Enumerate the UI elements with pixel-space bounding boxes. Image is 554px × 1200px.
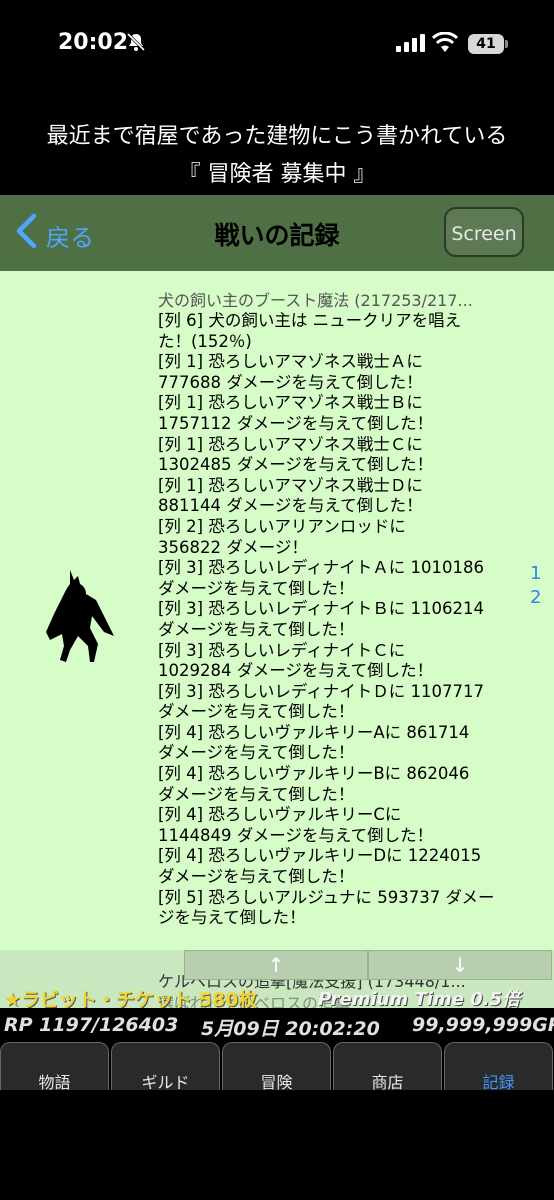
tab-label: ギルド [141,1073,190,1092]
log-line: 1757112 ダメージを与えて倒した！ [158,413,434,433]
bell-slash-icon [126,32,146,52]
log-line: [列 1] 恐ろしいアマゾネス戦士Ｂに [158,393,423,413]
status-time: 20:02 [58,30,129,55]
log-line: [列 4] 恐ろしいヴァルキリーCに [158,805,402,825]
tab-records[interactable]: 記録 [444,1042,553,1092]
character-silhouette [46,570,114,662]
story-line-1: 最近まで宿屋であった建物にこう書かれている [46,124,508,149]
page-number-2[interactable]: 2 [530,587,541,608]
log-line: ダメージを与えて倒した！ [158,867,355,887]
tab-label: 物語 [38,1073,71,1092]
log-line: ダメージを与えて倒した！ [158,578,355,598]
log-line: [列 1] 恐ろしいアマゾネス戦士Ｃに [158,434,423,454]
battery-tip [505,40,508,48]
scroll-up-button[interactable]: ↑ [184,950,368,980]
log-line: [列 2] 恐ろしいアリアンロッドに [158,516,406,536]
log-line: [列 4] 恐ろしいヴァルキリーAに 861714 [158,722,470,742]
log-line: [列 1] 恐ろしいアマゾネス戦士Ｄに [158,475,423,495]
scroll-down-button[interactable]: ↓ [368,950,552,980]
log-line: ダメージを与えて倒した！ [158,619,355,639]
log-line: 881144 ダメージを与えて倒した！ [158,496,423,516]
log-line: [列 4] 恐ろしいヴァルキリーBに 862046 [158,764,470,784]
log-line: [列 4] 恐ろしいヴァルキリーDに 1224015 [158,846,482,866]
log-line: 777688 ダメージを与えて倒した！ [158,372,423,392]
log-header: 犬の飼い主のブースト魔法 (217253/217... [158,291,473,310]
screen-button[interactable]: Screen [444,207,524,257]
log-line: [列 5] 恐ろしいアルジュナに 593737 ダメー [158,887,495,907]
tab-label: 商店 [371,1073,404,1092]
status-bar: 20:02 41 [0,0,554,90]
wifi-icon [432,32,458,52]
log-line: [列 3] 恐ろしいレディナイトＣに [158,640,406,660]
log-line: [列 3] 恐ろしいレディナイトＤに 1107717 [158,681,484,701]
log-line: [列 6] 犬の飼い主は ニュークリアを唱え [158,311,462,330]
log-line: ダメージを与えて倒した！ [158,702,355,722]
gp-counter: 99,999,999GP [412,1014,554,1036]
log-line: 1029284 ダメージを与えて倒した！ [158,661,434,681]
log-line: ジを与えて倒した！ [158,908,306,928]
battery-icon: 41 [468,34,504,54]
log-line: [列 1] 恐ろしいアマゾネス戦士Ａに [158,352,423,372]
story-line-2: 『 冒険者 募集中 』 [178,162,376,187]
tab-adventure[interactable]: 冒険 [222,1042,331,1092]
log-line: [列 3] 恐ろしいレディナイトＢに 1106214 [158,599,484,619]
rp-counter: RP 1197/126403 [4,1014,179,1036]
log-line: 1144849 ダメージを与えて倒した！ [158,825,434,845]
tab-label: 冒険 [260,1073,293,1092]
log-line: [列 3] 恐ろしいレディナイトＡに 1010186 [158,558,484,578]
log-line: ダメージを与えて倒した！ [158,743,355,763]
tab-story[interactable]: 物語 [0,1042,109,1092]
log-line: た！(152％) [158,331,252,351]
log-line: 1302485 ダメージを与えて倒した！ [158,455,434,475]
signal-icon [396,34,425,52]
game-datetime: 5月09日 20:02:20 [201,1018,380,1040]
tab-label: 記録 [482,1073,515,1092]
log-line: 356822 ダメージ！ [158,537,308,557]
tab-shop[interactable]: 商店 [333,1042,442,1092]
log-body: [列 6] 犬の飼い主は ニュークリアを唱え た！(152％) [列 1] 恐ろしい… [158,311,495,929]
page-number-1[interactable]: 1 [530,563,541,584]
log-line: ダメージを与えて倒した！ [158,784,355,804]
tab-guild[interactable]: ギルド [111,1042,220,1092]
